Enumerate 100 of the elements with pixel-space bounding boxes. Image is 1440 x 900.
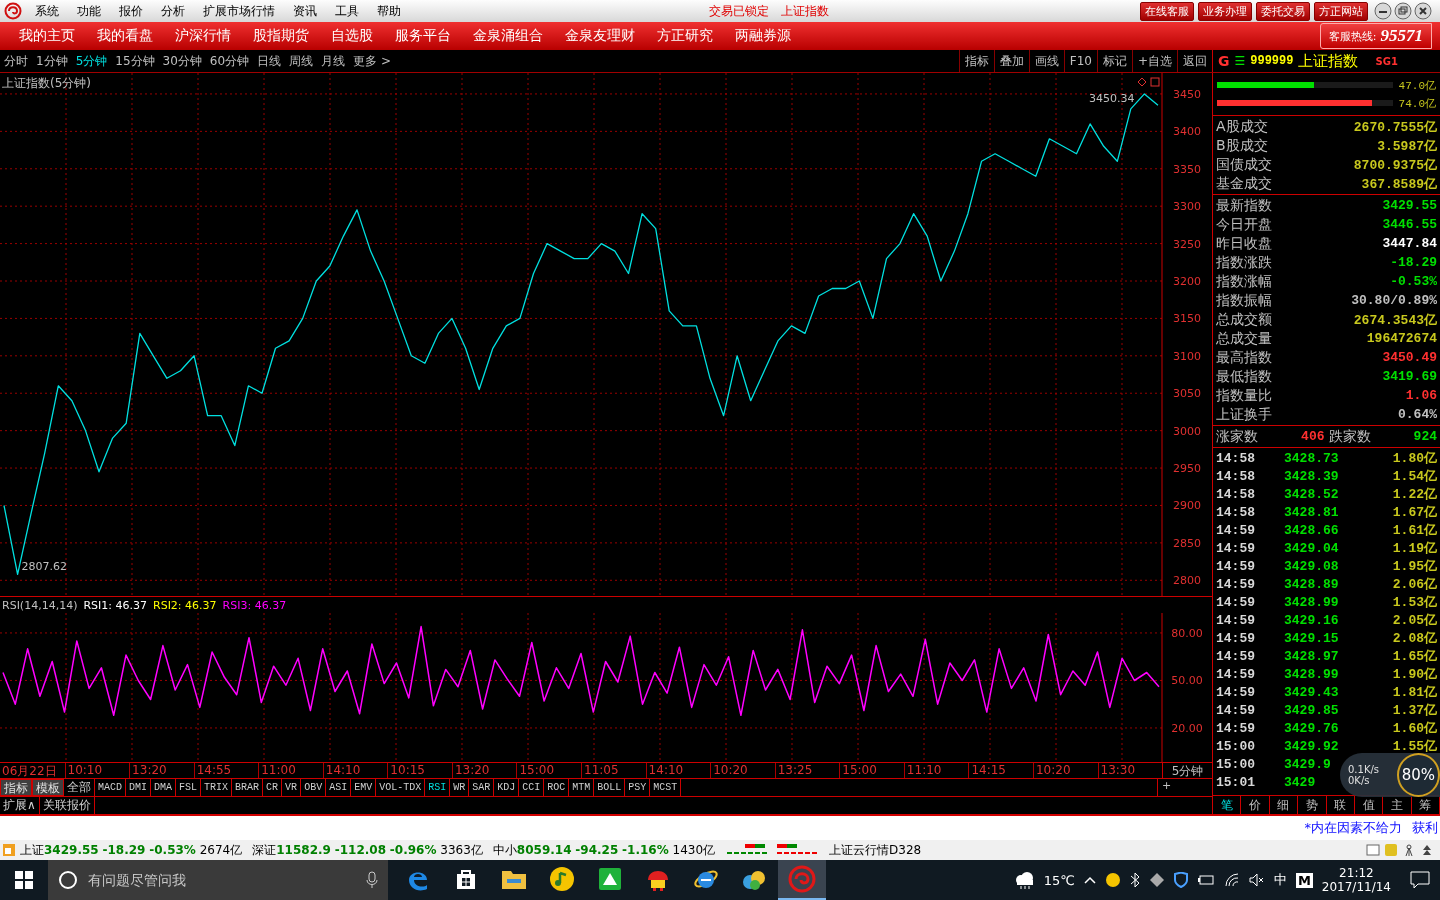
nav-item[interactable]: 金泉涌组合 <box>462 27 554 45</box>
news-link[interactable]: 获利 <box>1412 819 1438 837</box>
add-button[interactable]: + <box>1157 779 1212 796</box>
period-tab[interactable]: 5分钟 <box>71 52 112 70</box>
indicator-tab[interactable]: MTM <box>569 779 595 796</box>
axis-label: 50.00 <box>1171 674 1203 688</box>
menu-item[interactable]: 扩展市场行情 <box>194 2 284 20</box>
tick-time: 14:59 <box>1216 522 1256 538</box>
period-tab[interactable]: 分时 <box>0 52 32 70</box>
tool-button[interactable]: 画线 <box>1028 50 1064 72</box>
nav-item[interactable]: 我的看盘 <box>86 27 164 45</box>
header-button[interactable]: 委托交易 <box>1256 1 1310 21</box>
indicator-tab[interactable]: DMA <box>151 779 177 796</box>
stat-value: 2670.7555亿 <box>1353 118 1437 136</box>
speaker-muted-icon[interactable] <box>1248 873 1265 887</box>
input-mode[interactable]: M <box>1295 872 1313 888</box>
header-button[interactable]: 方正网站 <box>1314 1 1368 21</box>
stat-value: 3447.84 <box>1382 236 1437 251</box>
minimize-icon[interactable] <box>1374 2 1392 20</box>
tool-button[interactable]: 标记 <box>1096 50 1132 72</box>
menu-icon[interactable]: ☰ <box>1234 54 1246 68</box>
nav-item[interactable]: 股指期货 <box>242 27 320 45</box>
indicator-tool[interactable]: 指标 <box>0 779 32 796</box>
tool-button[interactable]: 叠加 <box>993 50 1029 72</box>
tick-time: 14:59 <box>1216 666 1256 682</box>
clock[interactable]: 21:12 2017/11/14 <box>1321 866 1391 894</box>
download-speed: 0K/s <box>1348 775 1371 786</box>
period-tab[interactable]: 月线 <box>317 52 350 70</box>
period-tab[interactable]: 30分钟 <box>158 52 206 70</box>
indicator-tab[interactable]: BRAR <box>232 779 264 796</box>
diamond-icon[interactable] <box>1148 872 1165 888</box>
nav-item[interactable]: 服务平台 <box>384 27 462 45</box>
period-tab[interactable]: 周线 <box>285 52 318 70</box>
time-label: 15:00 <box>839 763 904 778</box>
upload-speed: 0.1K/s <box>1348 764 1381 775</box>
indicator-tab[interactable]: ASI <box>326 779 352 796</box>
indicator-tab[interactable]: MCST <box>650 779 682 796</box>
indicator-tab[interactable]: CR <box>263 779 283 796</box>
indicator-tab[interactable]: DMI <box>126 779 152 796</box>
stat-value: 8700.9375亿 <box>1353 156 1437 174</box>
shield-icon[interactable] <box>1173 872 1188 888</box>
news-link[interactable]: *内在因素不给力 <box>1304 819 1402 837</box>
wifi-icon[interactable] <box>1223 873 1240 887</box>
microphone-icon[interactable] <box>366 871 378 889</box>
menu-item[interactable]: 工具 <box>326 2 368 20</box>
indicator-tab[interactable]: VOL-TDX <box>376 779 426 796</box>
nav-item[interactable]: 金泉友理财 <box>554 27 646 45</box>
tick-time: 14:58 <box>1216 486 1256 502</box>
indicator-tab[interactable]: OBV <box>301 779 327 796</box>
extra-tab[interactable]: 扩展∧ <box>0 797 40 814</box>
period-tab[interactable]: 更多 > <box>349 52 395 70</box>
indicator-tab[interactable]: WR <box>450 779 470 796</box>
indicator-tab[interactable]: MACD <box>95 779 126 796</box>
tick-price: 3428.73 <box>1284 450 1339 466</box>
menu-item[interactable]: 资讯 <box>284 2 326 20</box>
nav-item[interactable]: 两融券源 <box>724 27 802 45</box>
restore-icon[interactable] <box>1394 2 1412 20</box>
input-method[interactable]: 中 <box>1273 871 1287 889</box>
header-button[interactable]: 业务办理 <box>1198 1 1252 21</box>
menu-item[interactable]: 帮助 <box>368 2 410 20</box>
nav-item[interactable]: 自选股 <box>320 27 384 45</box>
header-button[interactable]: 在线客服 <box>1140 1 1194 21</box>
period-tab[interactable]: 1分钟 <box>32 52 72 70</box>
tick-price: 3429.16 <box>1284 612 1339 628</box>
stat-label: 国债成交 <box>1216 155 1272 174</box>
nav-item[interactable]: 方正研究 <box>646 27 724 45</box>
swirl-icon <box>788 865 816 893</box>
tick-price: 3429.43 <box>1284 684 1339 700</box>
menu-item[interactable]: 分析 <box>152 2 194 20</box>
tick-time: 14:59 <box>1216 702 1256 718</box>
indicator-tab[interactable]: CCI <box>519 779 545 796</box>
marker-icons[interactable] <box>1137 77 1160 87</box>
menu-item[interactable]: 报价 <box>110 2 152 20</box>
menu-item[interactable]: 系统 <box>26 2 68 20</box>
chart-title: RSI(14,14,14) <box>2 598 78 612</box>
search-field[interactable]: 有问题尽管问我 <box>86 871 358 889</box>
tool-button[interactable]: +自选 <box>1131 50 1177 72</box>
nav-item[interactable]: 我的主页 <box>8 27 86 45</box>
period-tab[interactable]: 日线 <box>253 52 286 70</box>
period-tab[interactable]: 15分钟 <box>111 52 159 70</box>
indicator-tab[interactable]: SAR <box>469 779 495 796</box>
stat-value: 196472674 <box>1366 331 1437 346</box>
indicator-tab[interactable]: TRIX <box>201 779 233 796</box>
tool-button[interactable]: F10 <box>1063 50 1097 72</box>
indicator-tab[interactable]: FSL <box>176 779 202 796</box>
menu-item[interactable]: 功能 <box>68 2 110 20</box>
upload-icon[interactable] <box>1420 843 1434 857</box>
indicator-tab[interactable]: VR <box>282 779 302 796</box>
nav-item[interactable]: 沪深行情 <box>164 27 242 45</box>
indicator-tab[interactable]: 全部 <box>64 779 95 796</box>
bluetooth-icon[interactable] <box>1129 872 1140 888</box>
chevron-up-icon[interactable] <box>1083 876 1096 884</box>
battery-icon[interactable] <box>1196 874 1215 886</box>
tool-button[interactable]: 返回 <box>1177 50 1212 72</box>
indicator-tool[interactable]: 模板 <box>32 779 64 796</box>
notification-icon[interactable] <box>1410 871 1430 889</box>
period-tab[interactable]: 60分钟 <box>205 52 254 70</box>
search-box[interactable]: 有问题尽管问我 <box>48 860 388 900</box>
tool-button[interactable]: 指标 <box>958 50 994 72</box>
close-icon[interactable] <box>1414 2 1432 20</box>
